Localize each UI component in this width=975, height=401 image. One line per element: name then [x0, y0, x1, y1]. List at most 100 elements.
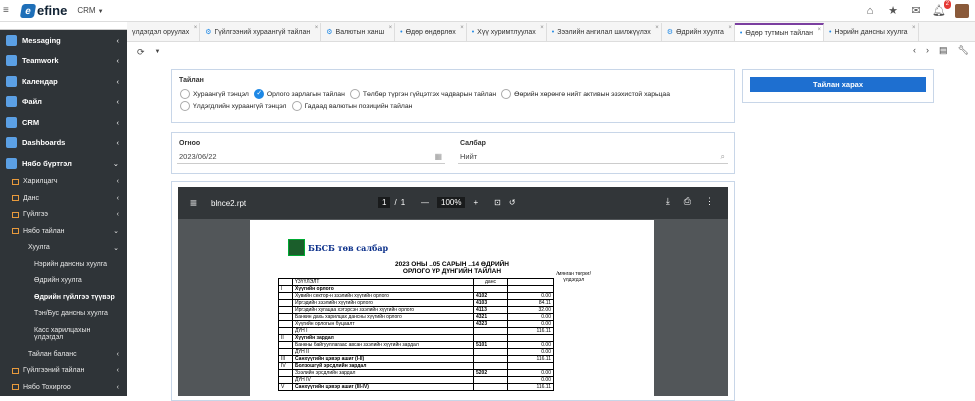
- table-cell: 0.00: [507, 341, 554, 349]
- close-icon[interactable]: ×: [540, 25, 544, 31]
- download-icon[interactable]: ⤓: [666, 196, 670, 207]
- zoom-out-icon[interactable]: —: [421, 198, 429, 207]
- menu-icon[interactable]: ≡: [190, 196, 197, 210]
- close-icon[interactable]: ×: [912, 25, 916, 31]
- radio-circle[interactable]: [180, 89, 190, 99]
- dropdown-caret-icon[interactable]: ▼: [155, 49, 161, 55]
- radio-circle[interactable]: [501, 89, 512, 99]
- sidebar-sub-daily-statement[interactable]: Өдрийн хуулга: [0, 273, 127, 290]
- date-label: Огноо: [179, 140, 201, 147]
- home-icon[interactable]: ⌂: [863, 4, 877, 18]
- sidebar-sub-customer[interactable]: Харилцагч ‹: [0, 174, 127, 191]
- close-icon[interactable]: ×: [460, 25, 464, 31]
- radio-option[interactable]: Үлдэгдлийн хураангүй тэнцэл: [180, 101, 287, 111]
- radio-circle[interactable]: [349, 89, 360, 99]
- sidebar-item-calendar[interactable]: Календар ‹: [0, 71, 127, 92]
- sidebar-sub-cash-balance-2[interactable]: үлдэгдэл: [0, 334, 127, 346]
- table-cell: V: [278, 383, 293, 391]
- next-icon[interactable]: ›: [926, 45, 929, 56]
- table-row: Хүүгийн орлогын бүцаалт 4323 0.00: [278, 320, 554, 328]
- sidebar-sub-statement[interactable]: Хуулга ⌄: [0, 240, 127, 257]
- radio-checked-icon[interactable]: [253, 89, 264, 99]
- tab[interactable]: ⚙ Өдрийн хуулга ×: [661, 23, 735, 41]
- sidebar-sub-account[interactable]: Данс ‹: [0, 190, 127, 207]
- doc-brand: ББСБ төв салбар: [308, 243, 389, 253]
- sidebar-sub-balance-accounts[interactable]: Тэн/Бус дансны хуулга: [0, 306, 127, 323]
- zoom-in-icon[interactable]: +: [473, 198, 478, 207]
- tab[interactable]: ⚙ Валютын ханш ×: [321, 23, 396, 41]
- tab[interactable]: • Өдөр өндөрлөх ×: [395, 23, 467, 41]
- tab[interactable]: • Зээлийн ангилал шилжүүлэх ×: [546, 23, 662, 41]
- tab-active[interactable]: • Өдөр тутмын тайлан ×: [734, 23, 824, 41]
- tab[interactable]: • Хүү хуримтлуулах ×: [466, 23, 547, 41]
- module-switcher[interactable]: CRM ▼: [77, 6, 103, 15]
- tab[interactable]: ⚙ Гүйлгээний хураангүй тайлан ×: [200, 23, 322, 41]
- sidebar-item-teamwork[interactable]: Teamwork ‹: [0, 51, 127, 72]
- radio-circle[interactable]: [180, 101, 190, 111]
- rotate-icon[interactable]: ↺: [509, 198, 516, 207]
- close-icon[interactable]: ×: [728, 25, 732, 31]
- wrench-icon: [12, 384, 19, 391]
- mail-icon[interactable]: ✉: [909, 4, 923, 18]
- table-cell: Хүүгийн орлогын бүцаалт: [292, 320, 474, 328]
- print-icon[interactable]: ⎙: [684, 196, 691, 207]
- file-icon: [6, 96, 17, 108]
- user-avatar[interactable]: [955, 4, 969, 18]
- star-icon[interactable]: ★: [886, 4, 900, 18]
- sidebar-sub-transaction[interactable]: Гүйлгээ ‹: [0, 207, 127, 224]
- view-report-button[interactable]: Тайлан харах: [750, 77, 926, 92]
- radio-label: Орлого зарлагын тайлан: [266, 90, 345, 98]
- radio-option[interactable]: Төлбөр түргэн гүйцэтгэх чадварын тайлан: [349, 89, 496, 99]
- close-icon[interactable]: ×: [389, 25, 393, 31]
- branch-field[interactable]: Нийт ⌕: [458, 150, 728, 164]
- close-icon[interactable]: ×: [194, 25, 198, 31]
- header-cell: [507, 278, 554, 286]
- bell-icon[interactable]: 🔔︎ 2: [932, 0, 951, 18]
- notification-badge: 2: [943, 0, 951, 9]
- page-input[interactable]: 1: [378, 197, 391, 208]
- sidebar-item-file[interactable]: Файл ‹: [0, 92, 127, 113]
- zoom-level[interactable]: 100%: [437, 197, 466, 208]
- close-icon[interactable]: ×: [817, 27, 821, 33]
- sidebar-sub-balance-report[interactable]: Тайлан баланс ‹: [0, 346, 127, 363]
- prev-icon[interactable]: ‹: [913, 45, 916, 56]
- tab-label: үлдэгдэл оруулах: [132, 28, 190, 36]
- tab[interactable]: • Нэрийн дансны хуулга ×: [824, 23, 919, 41]
- search-icon[interactable]: ⌕: [721, 150, 725, 164]
- fit-page-icon[interactable]: ⊡: [494, 198, 501, 207]
- radio-option[interactable]: Гадаад валютын позицийн тайлан: [291, 101, 412, 111]
- radio-option-selected[interactable]: Орлого зарлагын тайлан: [253, 89, 345, 99]
- radio-option[interactable]: Өөрийн хөрөнгө нийт активын эзэхистой ха…: [501, 89, 670, 99]
- sidebar-sub-named-account-statement[interactable]: Нэрийн дансны хуулга: [0, 256, 127, 273]
- calendar-icon[interactable]: ▦: [434, 150, 442, 164]
- sidebar-sub-daily-transactions[interactable]: Өдрийн гүйлгээ түүвэр: [0, 289, 127, 306]
- wrench-icon[interactable]: 🔧︎: [958, 45, 969, 56]
- table-cell: ДҮН I: [292, 327, 474, 335]
- close-icon[interactable]: ×: [315, 25, 319, 31]
- tab-label: Хүү хуримтлуулах: [477, 28, 536, 36]
- tab[interactable]: үлдэгдэл оруулах ×: [127, 23, 201, 41]
- app-logo[interactable]: e efine: [19, 3, 67, 18]
- sidebar-sub-label: үлдэгдэл: [34, 334, 64, 341]
- sidebar-item-messaging[interactable]: Messaging ‹: [0, 30, 127, 51]
- radio-option[interactable]: Хураангүй тэнцэл: [180, 89, 249, 99]
- sidebar-sub-reports[interactable]: Нябо тайлан ⌄: [0, 223, 127, 240]
- tab-label: Гүйлгээний хураангүй тайлан: [214, 28, 311, 36]
- date-field[interactable]: 2023/06/22 ▦: [177, 150, 445, 164]
- more-icon[interactable]: ⋮: [705, 196, 714, 207]
- sidebar-sub-settings[interactable]: Нябо Тохиргоо ‹: [0, 379, 127, 396]
- document-icon[interactable]: ▤: [939, 45, 948, 56]
- branch-value: Нийт: [460, 152, 478, 161]
- table-cell: Хүүгийн зардал: [292, 334, 474, 342]
- table-cell: Банкны байгууллагаас авсан зээлийн хүүги…: [292, 341, 474, 349]
- sidebar-sub-cash-balance[interactable]: Касс харилцахын: [0, 322, 127, 334]
- hamburger-menu-icon[interactable]: ≡: [3, 5, 17, 16]
- refresh-icon[interactable]: ⟳: [137, 47, 145, 58]
- radio-circle[interactable]: [291, 101, 302, 111]
- sidebar-sub-transaction-report[interactable]: Гүйлгээний тайлан ‹: [0, 363, 127, 380]
- pdf-viewer: ≡ blnce2.rpt 1 / 1 — 100% + ⊡ ↺ ⤓ ⎙ ⋮ ББ…: [178, 187, 728, 396]
- sidebar-item-accounting[interactable]: Нябо бүртгэл ⌄: [0, 153, 127, 174]
- sidebar-item-dashboards[interactable]: Dashboards ‹: [0, 133, 127, 154]
- sidebar-item-crm[interactable]: CRM ‹: [0, 112, 127, 133]
- close-icon[interactable]: ×: [655, 25, 659, 31]
